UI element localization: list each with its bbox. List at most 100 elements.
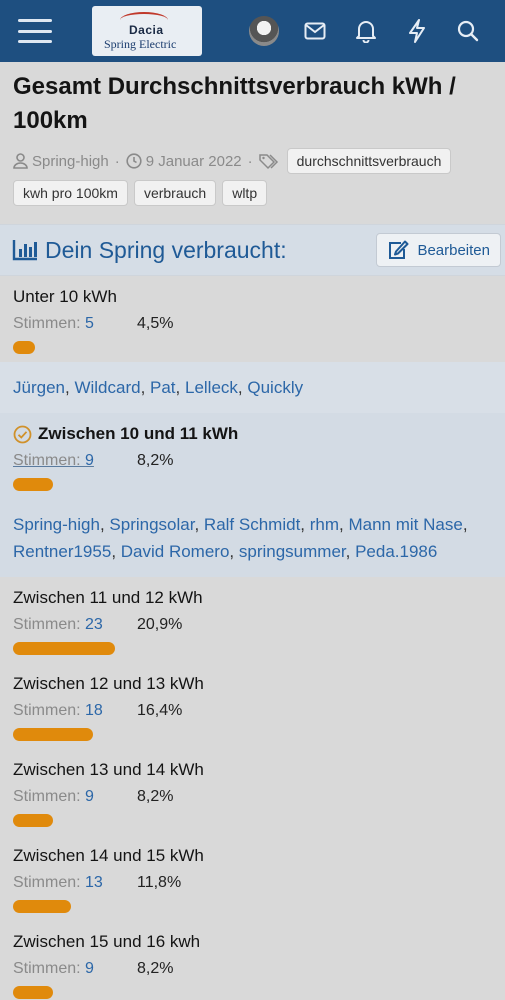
vote-count-link[interactable]: Stimmen: 13 <box>13 874 137 892</box>
voter-link[interactable]: Pat <box>150 378 176 397</box>
vote-count: 9 <box>85 452 94 469</box>
vote-count-link[interactable]: Stimmen: 5 <box>13 315 137 333</box>
vote-percent: 20,9% <box>137 616 183 633</box>
user-avatar-button[interactable] <box>238 11 289 51</box>
poll-option: Zwischen 15 und 16 kwh Stimmen: 9 8,2% <box>0 921 505 1000</box>
poll-option-text: Zwischen 15 und 16 kwh <box>13 932 201 951</box>
tag-link[interactable]: kwh pro 100km <box>13 180 128 206</box>
voter-link[interactable]: Lelleck <box>185 378 238 397</box>
poll-header: Dein Spring verbraucht: Bearbeiten <box>0 224 505 276</box>
bell-icon[interactable] <box>340 11 391 51</box>
page-title: Gesamt Durchschnittsverbrauch kWh / 100k… <box>13 73 456 134</box>
meta-separator: · <box>114 152 120 170</box>
poll-option-text: Zwischen 12 und 13 kWh <box>13 674 204 693</box>
voter-link[interactable]: springsummer <box>239 542 346 561</box>
poll-option: Zwischen 11 und 12 kWh Stimmen: 23 20,9% <box>0 577 505 663</box>
vote-count: 9 <box>85 960 94 977</box>
poll-option-label: Zwischen 15 und 16 kwh <box>13 932 491 952</box>
vote-percent: 8,2% <box>137 452 174 469</box>
voter-link[interactable]: Ralf Schmidt <box>204 515 300 534</box>
poll-title: Dein Spring verbraucht: <box>45 236 287 263</box>
thread-header: Gesamt Durchschnittsverbrauch kWh / 100k… <box>0 62 505 224</box>
vote-count-label: Stimmen: <box>13 874 86 891</box>
tag-link[interactable]: durchschnittsverbrauch <box>286 148 452 174</box>
poll-option-text: Zwischen 14 und 15 kWh <box>13 846 204 865</box>
voter-link[interactable]: David Romero <box>121 542 230 561</box>
vote-bar <box>13 642 115 655</box>
tag-link[interactable]: wltp <box>222 180 268 206</box>
top-navigation: Dacia Spring Electric <box>0 0 505 62</box>
vote-count-link[interactable]: Stimmen: 9 <box>13 788 137 806</box>
vote-count: 9 <box>85 788 94 805</box>
voter-link[interactable]: Mann mit Nase <box>348 515 462 534</box>
vote-bar <box>13 341 35 354</box>
voter-link[interactable]: Springsolar <box>109 515 194 534</box>
poll-vote-row: Stimmen: 23 20,9% <box>13 616 491 634</box>
voter-list: Jürgen, Wildcard, Pat, Lelleck, Quickly <box>0 362 505 413</box>
poll-vote-row: Stimmen: 9 8,2% <box>13 960 491 978</box>
meta-separator: · <box>247 152 253 170</box>
poll-option-label: Unter 10 kWh <box>13 287 491 307</box>
bolt-icon[interactable] <box>391 11 442 51</box>
poll-option: Zwischen 10 und 11 kWh Stimmen: 9 8,2% <box>0 413 505 499</box>
edit-poll-button[interactable]: Bearbeiten <box>376 233 501 267</box>
chart-icon <box>12 240 37 261</box>
thread-author[interactable]: Spring-high <box>32 153 109 170</box>
poll-option-text: Zwischen 13 und 14 kWh <box>13 760 204 779</box>
vote-percent: 11,8% <box>137 874 182 891</box>
vote-count-link[interactable]: Stimmen: 9 <box>13 960 137 978</box>
poll-option-label: Zwischen 10 und 11 kWh <box>13 424 491 444</box>
poll-option-label: Zwischen 13 und 14 kWh <box>13 760 491 780</box>
poll-option-text: Zwischen 11 und 12 kWh <box>13 588 203 607</box>
voter-link[interactable]: Peda.1986 <box>355 542 437 561</box>
vote-bar <box>13 478 53 491</box>
vote-count: 5 <box>85 315 94 332</box>
poll-vote-row: Stimmen: 9 8,2% <box>13 788 491 806</box>
logo-line1: Dacia <box>129 23 164 37</box>
vote-bar <box>13 728 93 741</box>
vote-count-label: Stimmen: <box>13 702 86 719</box>
voter-list: Spring-high, Springsolar, Ralf Schmidt, … <box>0 499 505 577</box>
vote-percent: 4,5% <box>137 315 174 332</box>
vote-count-link[interactable]: Stimmen: 18 <box>13 702 137 720</box>
voter-link[interactable]: rhm <box>310 515 339 534</box>
poll-vote-row: Stimmen: 13 11,8% <box>13 874 491 892</box>
thread-meta: Spring-high · 9 Januar 2022 · durchschni… <box>13 148 491 206</box>
date-meta: 9 Januar 2022 <box>126 153 242 170</box>
vote-bar <box>13 900 71 913</box>
voter-link[interactable]: Spring-high <box>13 515 100 534</box>
search-icon[interactable] <box>442 11 493 51</box>
poll-vote-row: Stimmen: 9 8,2% <box>13 452 491 470</box>
poll-option: Zwischen 14 und 15 kWh Stimmen: 13 11,8% <box>0 835 505 921</box>
poll-vote-row: Stimmen: 5 4,5% <box>13 315 491 333</box>
poll-option-text: Unter 10 kWh <box>13 287 117 306</box>
edit-icon <box>389 240 409 259</box>
check-circle-icon <box>13 425 32 443</box>
voter-link[interactable]: Rentner1955 <box>13 542 111 561</box>
author-meta: Spring-high <box>13 153 109 170</box>
vote-count-link[interactable]: Stimmen: 9 <box>13 452 137 470</box>
site-logo[interactable]: Dacia Spring Electric <box>92 6 202 56</box>
poll-option-label: Zwischen 11 und 12 kWh <box>13 588 491 608</box>
vote-bar <box>13 986 53 999</box>
menu-icon[interactable] <box>18 19 52 43</box>
tag-link[interactable]: verbrauch <box>133 180 217 206</box>
logo-line2: Spring Electric <box>104 37 177 51</box>
user-icon <box>13 153 28 169</box>
vote-count: 23 <box>85 616 103 633</box>
poll-option: Zwischen 12 und 13 kWh Stimmen: 18 16,4% <box>0 663 505 749</box>
voter-link[interactable]: Jürgen <box>13 378 65 397</box>
vote-count-label: Stimmen: <box>13 616 86 633</box>
vote-count: 13 <box>85 874 103 891</box>
thread-date[interactable]: 9 Januar 2022 <box>146 153 242 170</box>
voter-link[interactable]: Quickly <box>247 378 303 397</box>
vote-count-link[interactable]: Stimmen: 23 <box>13 616 137 634</box>
edit-poll-label: Bearbeiten <box>417 241 490 259</box>
vote-bar <box>13 814 53 827</box>
vote-percent: 8,2% <box>137 788 174 805</box>
vote-count-label: Stimmen: <box>13 452 86 469</box>
vote-count-label: Stimmen: <box>13 788 86 805</box>
mail-icon[interactable] <box>289 11 340 51</box>
vote-percent: 16,4% <box>137 702 183 719</box>
voter-link[interactable]: Wildcard <box>74 378 140 397</box>
